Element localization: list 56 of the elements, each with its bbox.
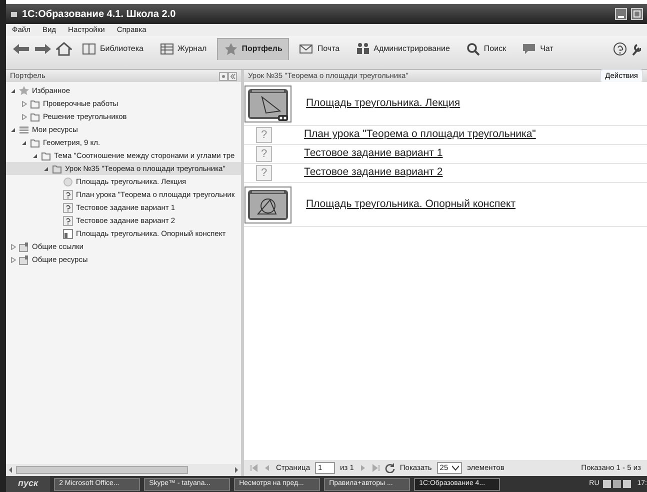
grid-icon — [19, 124, 29, 134]
collapse-icon[interactable] — [228, 72, 237, 80]
window-title: 1С:Образование 4.1. Школа 2.0 — [22, 8, 177, 22]
toolbar-button[interactable]: Портфель — [216, 38, 290, 60]
question-icon: ? — [256, 127, 272, 143]
home-icon[interactable] — [56, 42, 72, 56]
collapsed-arrow-icon[interactable] — [10, 244, 16, 250]
expanded-arrow-icon[interactable] — [10, 88, 16, 94]
shared-folder-icon — [19, 242, 29, 252]
toolbar-button[interactable]: Журнал — [154, 38, 213, 60]
expanded-arrow-icon[interactable] — [32, 152, 38, 158]
envelope-icon — [299, 42, 314, 56]
question-icon: ? — [256, 146, 272, 162]
speech-bubble-icon — [522, 42, 536, 56]
tray-icons — [603, 479, 634, 489]
question-icon — [63, 216, 73, 226]
expanded-arrow-icon[interactable] — [21, 140, 27, 146]
star-icon — [19, 86, 29, 96]
resource-link[interactable]: Площадь треугольника. Лекция — [306, 96, 460, 112]
question-icon — [63, 202, 73, 212]
book-icon — [82, 42, 96, 56]
star-icon — [224, 42, 238, 56]
collapsed-arrow-icon[interactable] — [21, 114, 27, 120]
expanded-arrow-icon[interactable] — [43, 166, 49, 172]
toolbar-button[interactable]: Чат — [516, 38, 560, 60]
help-icon[interactable] — [613, 42, 627, 56]
resource-link[interactable]: Тестовое задание вариант 2 — [304, 165, 443, 181]
refresh-icon[interactable] — [384, 463, 395, 473]
disc-icon — [63, 176, 73, 186]
start-button[interactable]: пуск — [6, 476, 50, 492]
app-icon — [10, 10, 18, 18]
scrollbar-thumb[interactable] — [16, 466, 188, 474]
table-icon — [160, 42, 174, 56]
forward-icon[interactable] — [34, 42, 52, 56]
shared-folder-icon — [19, 254, 29, 264]
resource-link[interactable]: Площадь треугольника. Опорный конспект — [306, 196, 516, 212]
question-icon — [63, 190, 73, 200]
back-icon[interactable] — [12, 42, 30, 56]
toolbar-button[interactable]: Библиотека — [76, 38, 150, 60]
maximize-icon[interactable] — [631, 8, 643, 20]
pin-icon[interactable] — [219, 72, 228, 80]
toolbar-button[interactable]: Поиск — [460, 38, 512, 60]
minimize-icon[interactable] — [615, 8, 627, 20]
collapsed-arrow-icon[interactable] — [21, 100, 27, 106]
search-icon — [466, 42, 480, 56]
expanded-arrow-icon[interactable] — [10, 126, 16, 132]
people-icon — [356, 42, 370, 56]
document-icon — [63, 228, 73, 238]
toolbar-button[interactable]: Администрирование — [350, 38, 456, 60]
question-icon: ? — [256, 165, 272, 181]
toolbar-button[interactable]: Почта — [293, 38, 346, 60]
dropdown-caret-icon — [452, 465, 460, 471]
resource-link[interactable]: Тестовое задание вариант 1 — [304, 146, 443, 162]
resource-link[interactable]: План урока "Теорема о площади треугольника" — [304, 127, 536, 143]
wrench-icon[interactable] — [631, 42, 641, 56]
collapsed-arrow-icon[interactable] — [10, 256, 16, 262]
